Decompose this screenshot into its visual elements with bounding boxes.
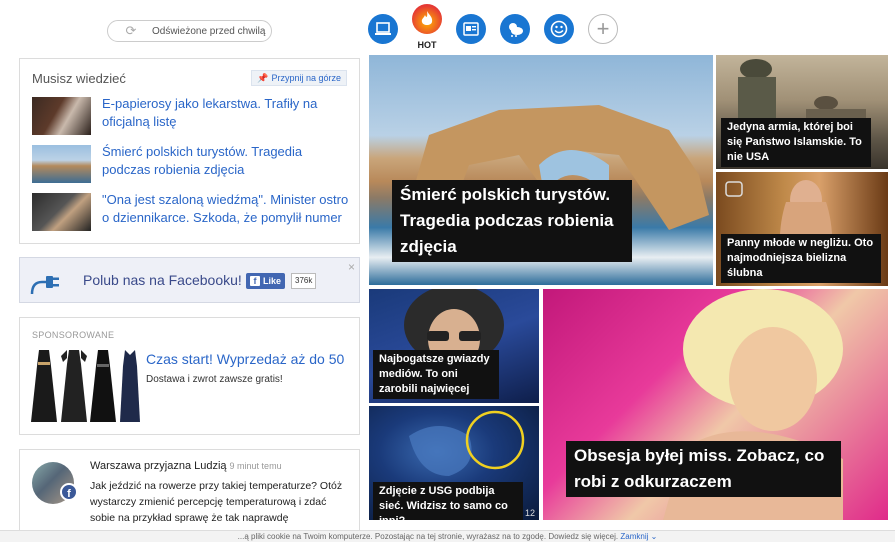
plug-icon (30, 268, 62, 296)
smiley-icon (544, 14, 574, 44)
miss-tile[interactable]: Obsesja byłej miss. Zobacz, co robi z od… (543, 289, 888, 520)
weather-icon (500, 14, 530, 44)
nav-fun-button[interactable] (542, 4, 582, 52)
cookie-close-label: Zamknij (620, 532, 649, 541)
phone-thumbnail (32, 193, 91, 231)
nav-news-button[interactable] (454, 4, 494, 52)
main-news-caption: Śmierć polskich turystów. Tragedia podcz… (392, 180, 632, 262)
must-know-link[interactable]: Śmierć polskich turystów. Tragedia podcz… (102, 143, 352, 183)
cookie-bar: ...ą pliki cookie na Twoim komputerze. P… (0, 530, 895, 542)
must-know-item[interactable]: Śmierć polskich turystów. Tragedia podcz… (32, 143, 352, 183)
close-icon[interactable]: × (348, 260, 355, 274)
cookie-text: ...ą pliki cookie na Twoim komputerze. P… (237, 532, 619, 541)
must-know-item[interactable]: E-papierosy jako lekarstwa. Trafiły na o… (32, 95, 352, 135)
facebook-like-box: Polub nas na Facebooku! f Like 376k × (19, 257, 360, 303)
sponsored-title[interactable]: Czas start! Wyprzedaż aż do 50 (146, 351, 344, 367)
facebook-icon: f (250, 276, 260, 286)
like-count: 376k (291, 273, 317, 289)
pin-icon: 📌 (257, 72, 269, 83)
category-nav: HOT + (366, 4, 630, 52)
pin-label: Przypnij na górze (271, 73, 341, 83)
main-news-tile[interactable]: Śmierć polskich turystów. Tragedia podcz… (369, 55, 713, 285)
dresses-image (31, 350, 140, 422)
usg-tile[interactable]: Zdjęcie z USG podbija sieć. Widzisz to s… (369, 406, 539, 520)
army-caption: Jedyna armia, której boi się Państwo Isl… (721, 118, 871, 167)
must-know-box: Musisz wiedzieć 📌 Przypnij na górze E-pa… (19, 58, 360, 244)
bride-tile[interactable]: Panny młode w negliżu. Oto najmodniejsza… (716, 172, 888, 286)
sponsored-subtitle: Dostawa i zwrot zawsze gratis! (146, 374, 283, 385)
azure-window-thumbnail (32, 145, 91, 183)
facebook-icon: f (60, 483, 78, 501)
chevron-down-icon: ⌄ (650, 532, 658, 541)
bride-caption: Panny młode w negliżu. Oto najmodniejsza… (721, 234, 881, 283)
post-body: Jak jeździć na rowerze przy takiej tempe… (90, 480, 343, 524)
miss-caption: Obsesja byłej miss. Zobacz, co robi z od… (566, 441, 841, 497)
nav-hot-label: HOT (417, 40, 437, 50)
highlight-circle (465, 410, 525, 470)
army-tile[interactable]: Jedyna armia, której boi się Państwo Isl… (716, 55, 888, 169)
refresh-label: Odświeżone przed chwilą (152, 25, 266, 37)
gallery-icon (725, 181, 743, 197)
social-post: f Warszawa przyjazna Ludzią 9 minut temu … (19, 449, 360, 542)
cookie-close-button[interactable]: Zamknij ⌄ (620, 532, 657, 541)
rich-tile[interactable]: Najbogatsze gwiazdy mediów. To oni zarob… (369, 289, 539, 403)
must-know-item[interactable]: "Ona jest szaloną wiedźmą". Minister ost… (32, 191, 352, 231)
facebook-like-button[interactable]: f Like (246, 273, 286, 289)
usg-caption: Zdjęcie z USG podbija sieć. Widzisz to s… (373, 482, 523, 520)
must-know-link[interactable]: E-papierosy jako lekarstwa. Trafiły na o… (102, 95, 352, 135)
flame-icon (412, 4, 442, 34)
nav-weather-button[interactable] (498, 4, 538, 52)
post-header: Warszawa przyjazna Ludzią 9 minut temu (90, 460, 282, 472)
usg-photo-count: 12 (524, 508, 535, 518)
like-label: Like (263, 276, 282, 286)
must-know-title: Musisz wiedzieć (32, 71, 126, 86)
facebook-cta: Polub nas na Facebooku! (83, 272, 242, 288)
ecig-thumbnail (32, 97, 91, 135)
refresh-icon: ⟳ (125, 23, 137, 38)
nav-add-button[interactable]: + (586, 4, 626, 52)
refresh-button[interactable]: ⟳ Odświeżone przed chwilą (107, 20, 272, 42)
post-time: 9 minut temu (229, 461, 282, 471)
sponsored-label: SPONSOROWANE (32, 330, 115, 340)
laptop-icon (368, 14, 398, 44)
sponsored-box[interactable]: SPONSOROWANE Czas start! Wyprzedaż aż do… (19, 317, 360, 435)
pin-to-top-button[interactable]: 📌 Przypnij na górze (251, 70, 347, 86)
post-author[interactable]: Warszawa przyjazna Ludzią (90, 460, 227, 472)
news-icon (456, 14, 486, 44)
rich-caption: Najbogatsze gwiazdy mediów. To oni zarob… (373, 350, 499, 399)
must-know-link[interactable]: "Ona jest szaloną wiedźmą". Minister ost… (102, 191, 352, 231)
nav-computer-button[interactable] (366, 4, 406, 52)
nav-hot-button[interactable]: HOT (410, 4, 450, 52)
plus-icon: + (588, 14, 618, 44)
